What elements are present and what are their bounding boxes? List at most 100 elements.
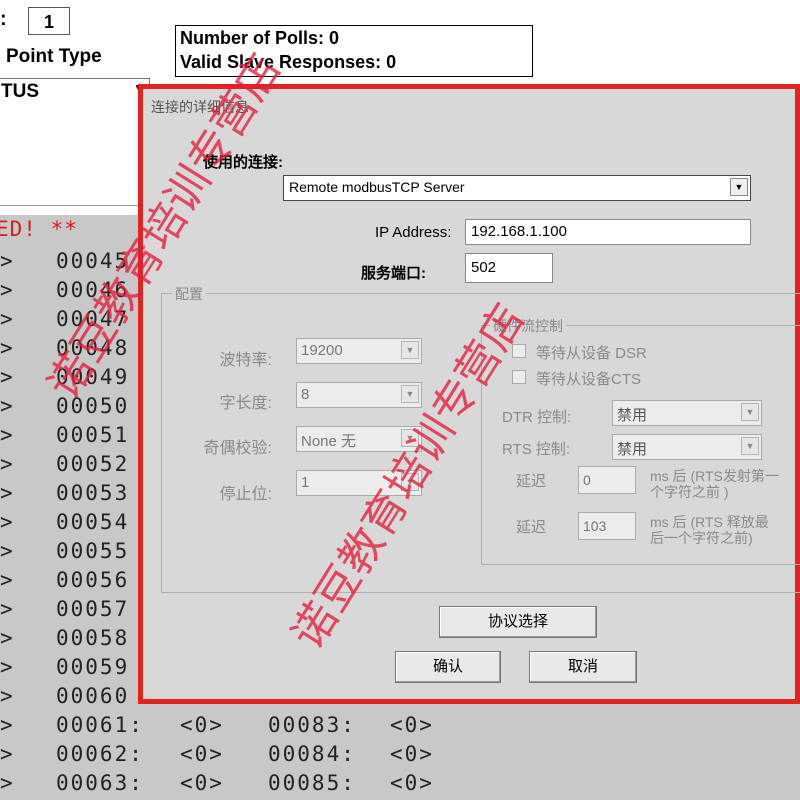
delay-before-note-line1: ms 后 (RTS发射第一	[650, 468, 779, 484]
ok-button[interactable]: 确认	[395, 651, 501, 683]
word-length-value: 8	[301, 386, 310, 403]
dtr-control-label: DTR 控制:	[502, 409, 572, 426]
parity-select[interactable]: None 无 ▼	[296, 426, 422, 452]
wait-dsr-checkbox[interactable]	[512, 344, 526, 358]
wait-cts-label: 等待从设备CTS	[536, 371, 642, 388]
table-cell: >	[0, 307, 15, 331]
wait-cts-checkbox[interactable]	[512, 370, 526, 384]
connection-details-dialog: 连接的详细信息 使用的连接: Remote modbusTCP Server ▼…	[138, 84, 800, 704]
delay-before-note-line2: 个字符之前 )	[650, 484, 729, 500]
stop-bits-label: 停止位:	[219, 486, 272, 503]
service-port-input[interactable]: 502	[465, 253, 553, 283]
table-cell: 00051	[56, 423, 130, 447]
address-input[interactable]: 1	[28, 7, 70, 35]
chevron-down-icon[interactable]: ▼	[730, 178, 748, 196]
service-port-label: 服务端口:	[361, 265, 426, 282]
table-cell: 00062:	[56, 742, 144, 766]
table-cell: >	[0, 655, 15, 679]
address-label: :	[0, 8, 7, 30]
ip-address-input[interactable]: 192.168.1.100	[465, 219, 751, 245]
table-cell: >	[0, 742, 15, 766]
table-cell: 00085:	[268, 771, 356, 795]
table-cell: >	[0, 539, 15, 563]
delay-before-label: 延迟	[516, 473, 547, 490]
table-cell: 00045	[56, 249, 130, 273]
point-type-list	[0, 105, 140, 206]
cancel-button[interactable]: 取消	[529, 651, 637, 683]
table-cell: >	[0, 684, 15, 708]
word-length-label: 字长度:	[219, 395, 272, 412]
rts-control-value: 禁用	[617, 441, 648, 458]
dialog-title: 连接的详细信息	[151, 99, 249, 115]
chevron-down-icon[interactable]: ▼	[401, 429, 419, 447]
stop-bits-value: 1	[301, 474, 310, 491]
table-cell: 00061:	[56, 713, 144, 737]
table-cell: 00083:	[268, 713, 356, 737]
table-cell: >	[0, 713, 15, 737]
dtr-control-select[interactable]: 禁用 ▼	[612, 400, 762, 426]
table-cell: >	[0, 771, 15, 795]
delay-after-note-line2: 后一个字符之前)	[650, 530, 753, 546]
connection-value: Remote modbusTCP Server	[289, 179, 465, 195]
table-cell: 00048	[56, 336, 130, 360]
table-cell: 00055	[56, 539, 130, 563]
table-cell: >	[0, 423, 15, 447]
baud-rate-label: 波特率:	[219, 352, 272, 369]
connection-label: 使用的连接:	[203, 154, 283, 171]
rts-control-label: RTS 控制:	[502, 441, 571, 458]
hardware-flow-control-group: 硬件流控制 等待从设备 DSR 等待从设备CTS DTR 控制: 禁用 ▼ RT…	[481, 316, 800, 565]
table-cell: >	[0, 394, 15, 418]
rts-control-select[interactable]: 禁用 ▼	[612, 434, 762, 460]
config-legend: 配置	[172, 284, 206, 304]
table-cell: 00047	[56, 307, 130, 331]
table-cell: 00056	[56, 568, 130, 592]
chevron-down-icon[interactable]: ▼	[741, 403, 759, 421]
baud-rate-value: 19200	[301, 342, 343, 359]
point-type-select[interactable]: TUS ▼	[0, 78, 150, 106]
table-cell: 00050	[56, 394, 130, 418]
delay-after-input[interactable]: 103	[578, 512, 636, 540]
table-cell: >	[0, 510, 15, 534]
table-cell: <0>	[390, 742, 434, 766]
table-cell: 00054	[56, 510, 130, 534]
delay-before-input[interactable]: 0	[578, 466, 636, 494]
ip-address-label: IP Address:	[375, 224, 452, 241]
table-cell: <0>	[390, 713, 434, 737]
connection-select[interactable]: Remote modbusTCP Server ▼	[283, 175, 751, 201]
protocol-select-button[interactable]: 协议选择	[439, 606, 597, 638]
point-type-value: TUS	[1, 81, 39, 102]
table-cell: >	[0, 452, 15, 476]
table-cell: <0>	[180, 771, 224, 795]
table-cell: <0>	[180, 713, 224, 737]
table-cell: >	[0, 278, 15, 302]
table-cell: >	[0, 597, 15, 621]
point-type-label: Point Type	[6, 46, 102, 67]
table-cell: 00049	[56, 365, 130, 389]
table-cell: >	[0, 626, 15, 650]
table-cell: 00084:	[268, 742, 356, 766]
table-cell: >	[0, 568, 15, 592]
chevron-down-icon[interactable]: ▼	[401, 385, 419, 403]
wait-dsr-label: 等待从设备 DSR	[536, 345, 647, 362]
chevron-down-icon[interactable]: ▼	[401, 473, 419, 491]
table-cell: <0>	[390, 771, 434, 795]
chevron-down-icon[interactable]: ▼	[401, 341, 419, 359]
number-of-polls: Number of Polls: 0	[180, 28, 340, 48]
table-cell: >	[0, 481, 15, 505]
poll-stats-box: Number of Polls: 0 Valid Slave Responses…	[175, 25, 533, 77]
baud-rate-select[interactable]: 19200 ▼	[296, 338, 422, 364]
chevron-down-icon[interactable]: ▼	[741, 437, 759, 455]
word-length-select[interactable]: 8 ▼	[296, 382, 422, 408]
table-cell: >	[0, 365, 15, 389]
delay-after-label: 延迟	[516, 519, 547, 536]
parity-value: None 无	[301, 433, 357, 450]
delay-after-note-line1: ms 后 (RTS 释放最	[650, 514, 769, 530]
stop-bits-select[interactable]: 1 ▼	[296, 470, 422, 496]
parity-label: 奇偶校验:	[203, 440, 272, 457]
table-cell: <0>	[180, 742, 224, 766]
table-cell: 00052	[56, 452, 130, 476]
table-cell: 00057	[56, 597, 130, 621]
error-message: ED! **	[0, 217, 78, 241]
table-cell: 00046	[56, 278, 130, 302]
table-cell: 00060	[56, 684, 130, 708]
